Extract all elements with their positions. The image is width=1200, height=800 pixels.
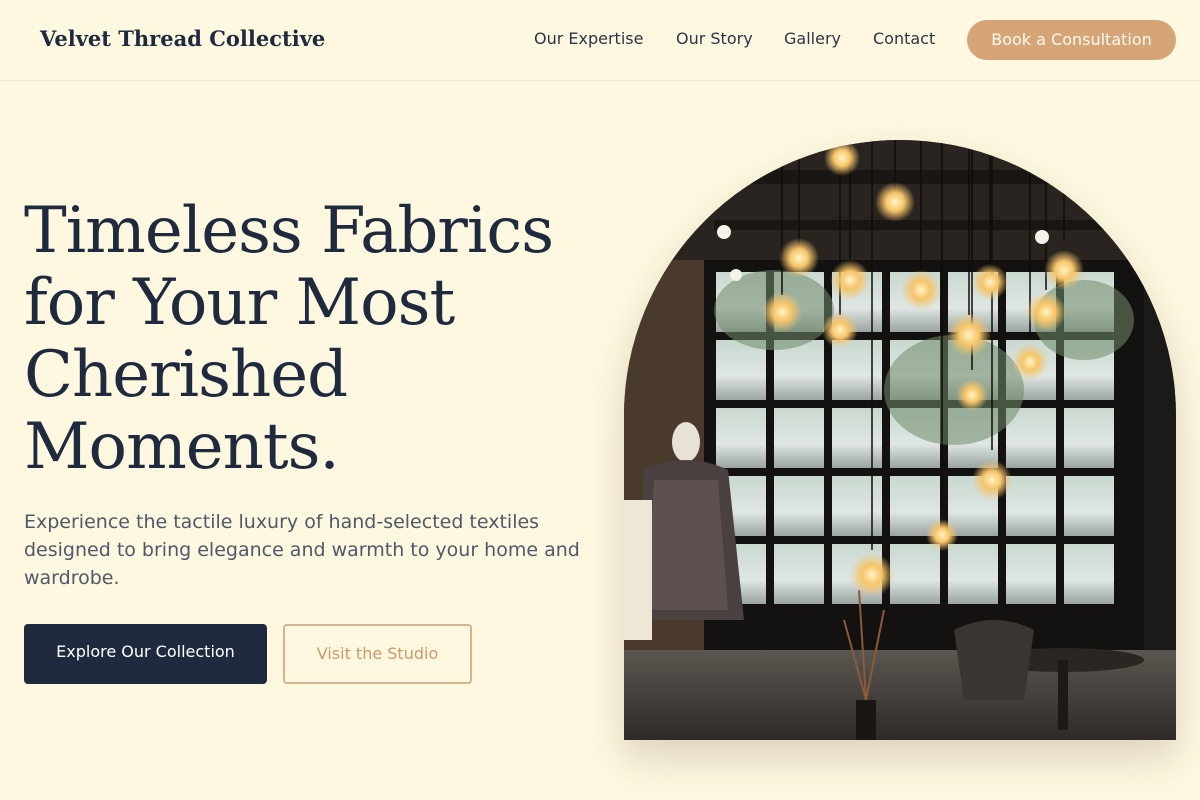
nav-link-gallery[interactable]: Gallery — [784, 29, 841, 48]
nav-link-our-story[interactable]: Our Story — [676, 29, 753, 48]
brand-logo[interactable]: Velvet Thread Collective — [40, 26, 325, 51]
visit-studio-button[interactable]: Visit the Studio — [283, 624, 472, 684]
nav-link-contact[interactable]: Contact — [873, 29, 935, 48]
hero-title: Timeless Fabrics for Your Most Cherished… — [24, 194, 554, 484]
explore-collection-button[interactable]: Explore Our Collection — [24, 624, 267, 684]
site-header: Velvet Thread Collective Our Expertise O… — [0, 0, 1200, 81]
studio-interior-illustration — [624, 140, 1176, 740]
nav-link-our-expertise[interactable]: Our Expertise — [534, 29, 643, 48]
hero-subtitle: Experience the tactile luxury of hand-se… — [24, 511, 580, 589]
book-consultation-button[interactable]: Book a Consultation — [967, 20, 1176, 60]
hero-studio-image — [624, 140, 1176, 740]
